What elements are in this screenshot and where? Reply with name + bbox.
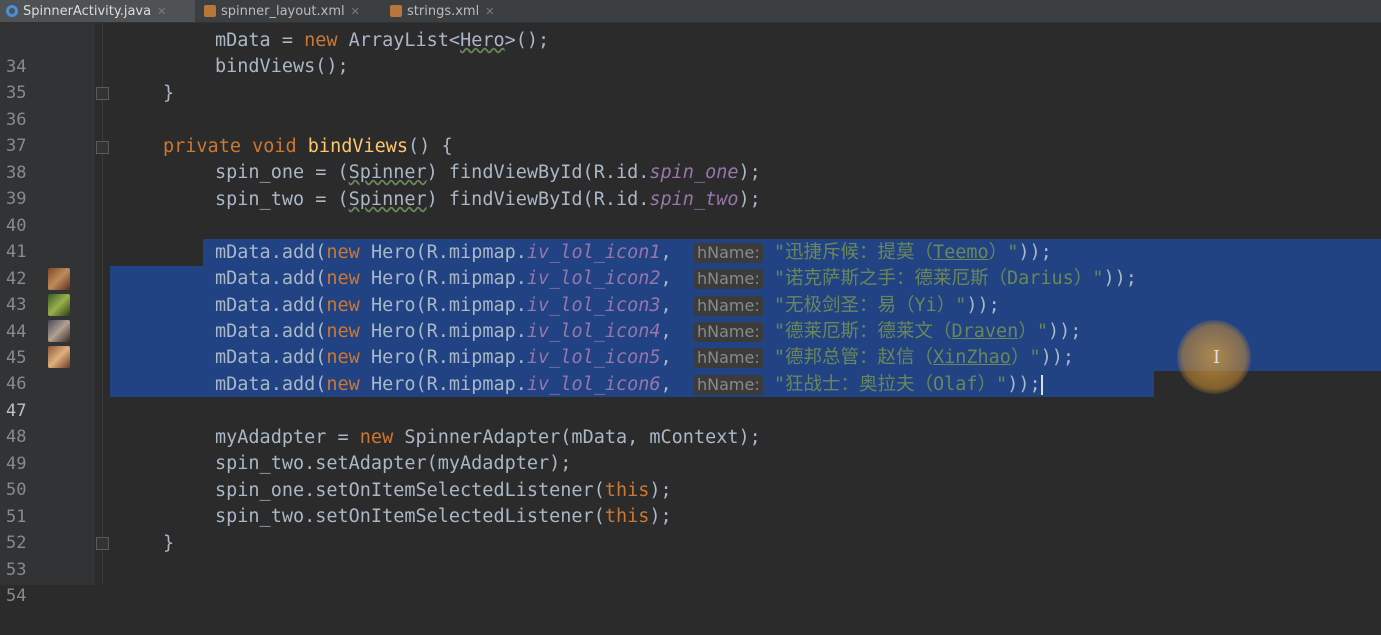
code-line: 36 } — [0, 81, 1381, 130]
tab-label: spinner_layout.xml — [221, 3, 345, 19]
line-number: 54 — [6, 586, 27, 606]
tab-label: SpinnerActivity.java — [23, 3, 152, 19]
parameter-hint: hName: — [693, 322, 763, 342]
code-line: 54 — [0, 557, 1381, 606]
parameter-hint: hName: — [693, 375, 763, 395]
code-text: } — [163, 83, 175, 104]
code-text: spin_one.setOnItemSelectedListener(this)… — [215, 480, 672, 501]
code-text: mData.add(new Hero(R.mipmap.iv_lol_icon4… — [215, 321, 1082, 342]
code-line: 53 } — [0, 531, 1381, 580]
parameter-hint: hName: — [693, 348, 763, 368]
code-line: 50 spin_two.setAdapter(myAdadpter); — [0, 451, 1381, 500]
code-line: 39 spin_one = (Spinner) findViewById(R.i… — [0, 160, 1381, 209]
close-icon[interactable]: ✕ — [485, 5, 494, 18]
parameter-hint: hName: — [693, 243, 763, 263]
code-line: 35 bindViews(); — [0, 54, 1381, 103]
editor-tab-bar: SpinnerActivity.java ✕ spinner_layout.xm… — [0, 0, 1381, 23]
code-line: 49 myAdadpter = new SpinnerAdapter(mData… — [0, 425, 1381, 474]
code-text: myAdadpter = new SpinnerAdapter(mData, m… — [215, 427, 761, 448]
tab-spinner-activity-java[interactable]: SpinnerActivity.java ✕ — [0, 0, 195, 22]
close-icon[interactable]: ✕ — [351, 5, 360, 18]
code-text: mData.add(new Hero(R.mipmap.iv_lol_icon2… — [215, 268, 1137, 289]
code-text: spin_two.setOnItemSelectedListener(this)… — [215, 506, 672, 527]
code-text: spin_two.setAdapter(myAdadpter); — [215, 453, 572, 474]
code-text: mData.add(new Hero(R.mipmap.iv_lol_icon6… — [215, 374, 1043, 395]
code-line: 34 mData = new ArrayList<Hero>(); — [0, 28, 1381, 77]
code-text: } — [163, 533, 175, 554]
code-text: mData.add(new Hero(R.mipmap.iv_lol_icon1… — [215, 242, 1052, 263]
code-text: mData.add(new Hero(R.mipmap.iv_lol_icon5… — [215, 347, 1075, 368]
java-class-icon — [6, 5, 18, 17]
xml-file-icon — [204, 5, 216, 17]
parameter-hint: hName: — [693, 269, 763, 289]
code-line: 38 private void bindViews() { — [0, 134, 1381, 183]
code-line: 41 — [0, 213, 1381, 262]
code-text: spin_one = (Spinner) findViewById(R.id.s… — [215, 162, 761, 183]
code-line: 42 mData.add(new Hero(R.mipmap.iv_lol_ic… — [0, 240, 1381, 289]
code-text: private void bindViews() { — [163, 136, 453, 157]
code-line: 48 — [0, 398, 1381, 447]
code-line: 40 spin_two = (Spinner) findViewById(R.i… — [0, 187, 1381, 236]
text-cursor-icon: I — [1213, 347, 1221, 368]
code-line: 47 mData.add(new Hero(R.mipmap.iv_lol_ic… — [0, 372, 1381, 421]
code-line: 45 mData.add(new Hero(R.mipmap.iv_lol_ic… — [0, 319, 1381, 368]
tab-label: strings.xml — [407, 3, 480, 19]
code-line: 37 — [0, 107, 1381, 156]
code-line: 51 spin_one.setOnItemSelectedListener(th… — [0, 478, 1381, 527]
text-caret — [1040, 375, 1043, 395]
code-text: spin_two = (Spinner) findViewById(R.id.s… — [215, 189, 761, 210]
tab-spinner-layout-xml[interactable]: spinner_layout.xml ✕ — [198, 0, 381, 22]
code-text: mData.add(new Hero(R.mipmap.iv_lol_icon3… — [215, 295, 1000, 316]
parameter-hint: hName: — [693, 296, 763, 316]
code-line: 46 mData.add(new Hero(R.mipmap.iv_lol_ic… — [0, 345, 1381, 394]
close-icon[interactable]: ✕ — [157, 5, 166, 18]
code-text: mData = new ArrayList<Hero>(); — [215, 30, 550, 51]
code-line: 52 spin_two.setOnItemSelectedListener(th… — [0, 504, 1381, 553]
code-line: 44 mData.add(new Hero(R.mipmap.iv_lol_ic… — [0, 293, 1381, 342]
code-line: 43 mData.add(new Hero(R.mipmap.iv_lol_ic… — [0, 266, 1381, 315]
tab-strings-xml[interactable]: strings.xml ✕ — [384, 0, 509, 22]
xml-file-icon — [390, 5, 402, 17]
code-editor[interactable]: 34 mData = new ArrayList<Hero>(); 35 bin… — [0, 23, 1381, 606]
code-text: bindViews(); — [215, 56, 349, 77]
